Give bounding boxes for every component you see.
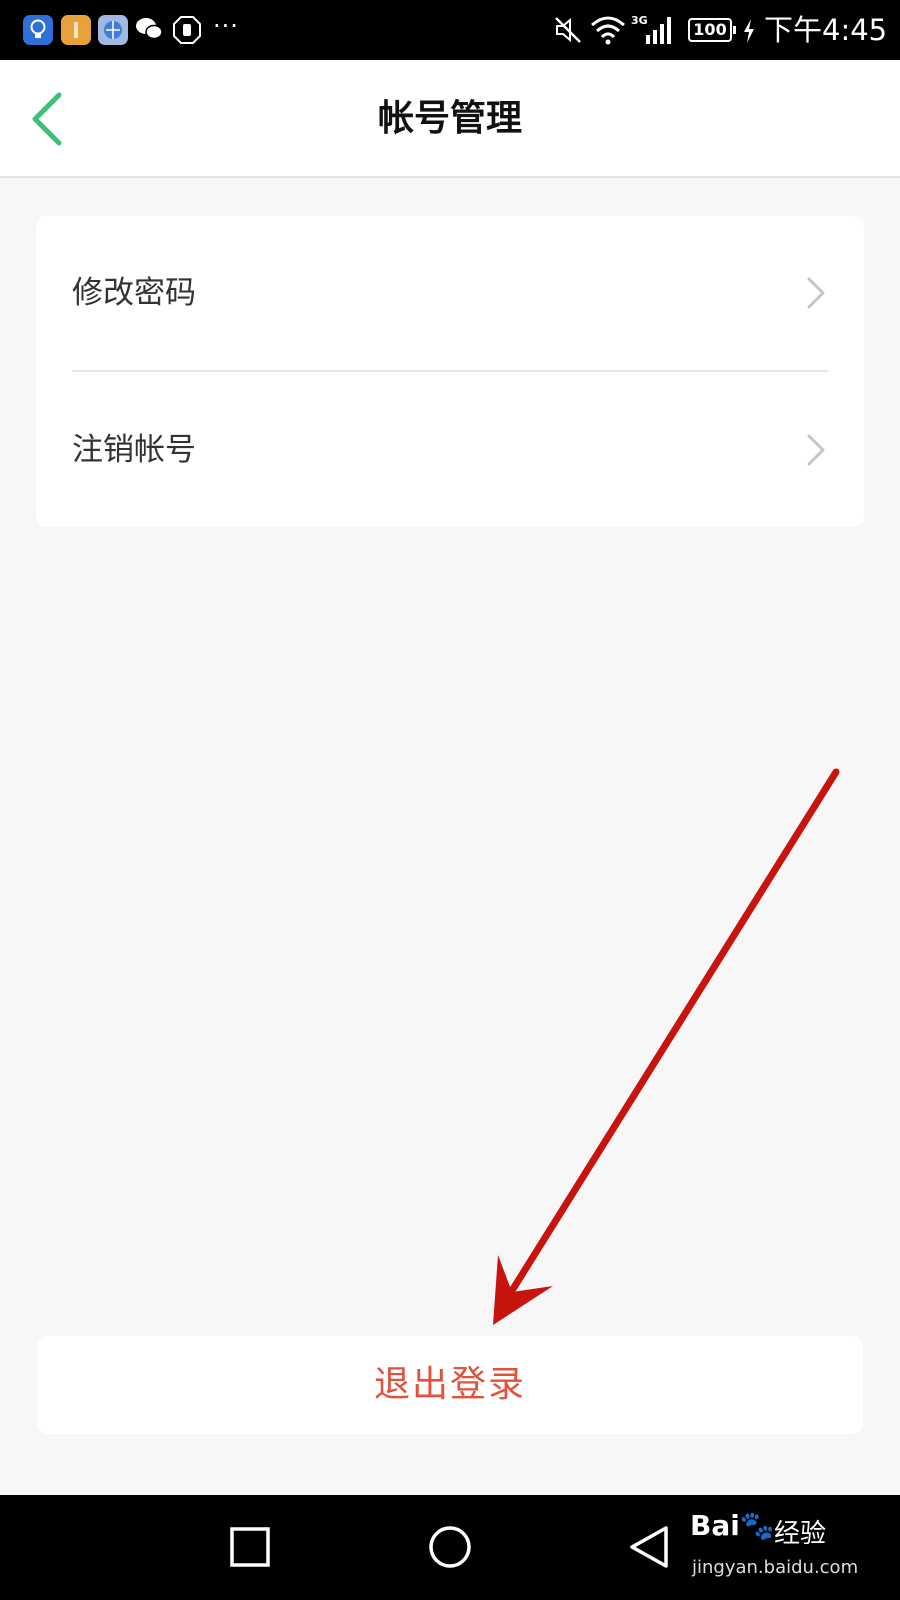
row-divider (72, 370, 828, 372)
watermark-text: 经验 (774, 1519, 827, 1549)
settings-card: 修改密码 注销帐号 (36, 216, 864, 527)
back-button[interactable] (16, 86, 76, 152)
wifi-icon (591, 16, 625, 45)
logout-button[interactable]: 退出登录 (37, 1336, 863, 1434)
setting-label: 注销帐号 (72, 432, 196, 468)
setting-row-change-password[interactable]: 修改密码 (36, 216, 864, 372)
wechat-icon (136, 18, 163, 40)
notes-app-icon (61, 15, 91, 45)
recent-apps-icon[interactable] (228, 1525, 272, 1569)
system-navigation-bar: Bai🐾 经验 jingyan.baidu.com (0, 1495, 900, 1600)
chevron-right-icon (807, 434, 825, 466)
charging-icon (744, 19, 754, 43)
chevron-left-icon (32, 92, 62, 146)
status-time: 下午4:45 (764, 13, 888, 47)
battery-indicator: 100 (688, 18, 736, 42)
back-icon[interactable] (628, 1525, 672, 1569)
home-icon[interactable] (428, 1525, 472, 1569)
more-notifications-indicator: ··· (213, 12, 239, 40)
status-bar: ··· 3G 100 下午4:45 (0, 0, 900, 60)
page-title: 帐号管理 (377, 98, 522, 139)
watermark-url: jingyan.baidu.com (692, 1557, 859, 1578)
watermark-logo: Bai🐾 (690, 1509, 775, 1542)
hand-app-icon (173, 16, 201, 44)
signal-icon (646, 17, 671, 44)
browser-app-icon (98, 15, 128, 45)
nav-header: 帐号管理 (0, 60, 900, 178)
mute-icon (555, 17, 581, 43)
chevron-right-icon (807, 277, 825, 309)
setting-row-deactivate-account[interactable]: 注销帐号 (36, 373, 864, 527)
setting-label: 修改密码 (72, 275, 196, 311)
idea-app-icon (23, 15, 53, 45)
